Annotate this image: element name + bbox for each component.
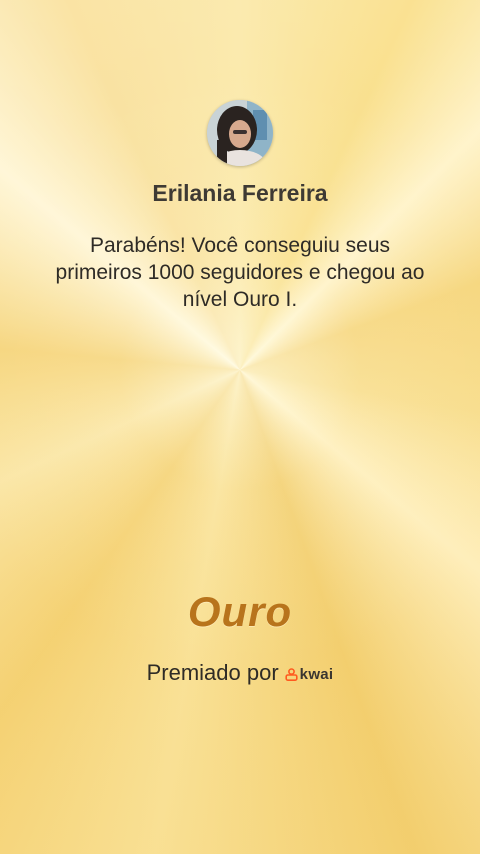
kwai-logo-icon	[285, 668, 298, 681]
avatar[interactable]	[207, 100, 273, 166]
achievement-message: Parabéns! Você conseguiu seus primeiros …	[55, 234, 425, 311]
awarded-by-label: Premiado por	[146, 660, 279, 685]
kwai-logo: kwai	[285, 666, 334, 683]
level-title: Ouro	[187, 588, 293, 635]
awarded-by: Premiado por kwai	[0, 660, 480, 686]
kwai-brand-text: kwai	[299, 666, 334, 683]
avatar-photo	[207, 100, 273, 166]
achievement-screen: Erilania Ferreira Parabéns! Você consegu…	[0, 0, 480, 854]
user-name: Erilania Ferreira	[152, 180, 328, 206]
